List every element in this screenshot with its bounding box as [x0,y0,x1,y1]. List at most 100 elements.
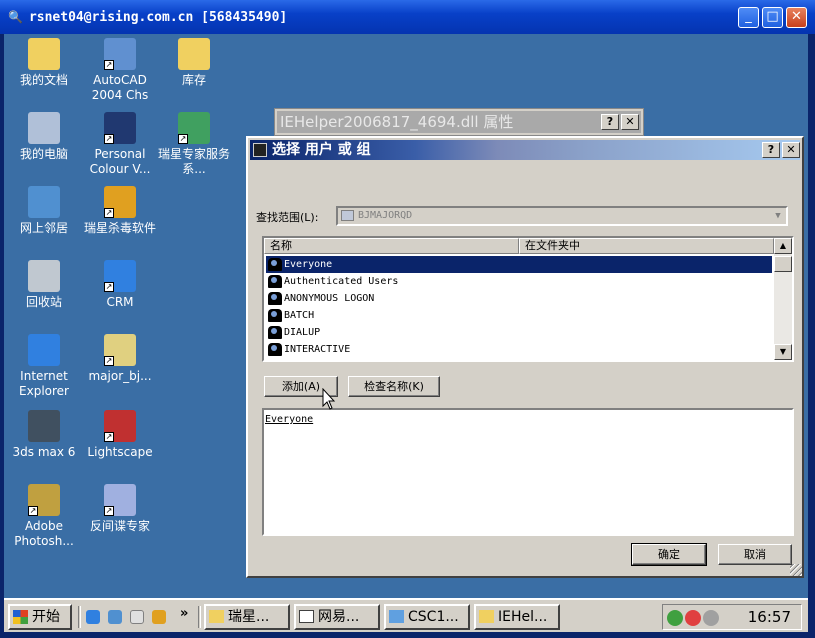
dialog-titlebar[interactable]: 选择 用户 或 组 [250,140,800,160]
user-group-icon [268,275,282,288]
maximize-button[interactable]: □ [762,7,783,28]
desktop-icon[interactable]: ↗ Personal Colour V... [80,112,160,177]
desktop-icon-label: Adobe Photosh... [14,519,74,548]
shortcut-arrow-icon: ↗ [104,208,114,218]
users-dialog-icon [253,143,267,157]
desktop-icon[interactable]: ↗ 瑞星专家服务系... [154,112,234,177]
shortcut-arrow-icon: ↗ [104,356,114,366]
desktop-icon[interactable]: Internet Explorer [4,334,84,399]
desktop-icon[interactable]: ↗ 瑞星杀毒软件 [80,186,160,236]
quicklaunch-network-icon[interactable] [108,610,122,624]
list-item[interactable]: BATCH [266,307,772,324]
remote-session-window: 🔍 rsnet04@rising.com.cn [568435490] _ □ … [0,0,815,638]
desktop-icon-label: CRM [106,295,134,309]
desktop-icon[interactable]: ↗ Lightscape [80,410,160,460]
list-item[interactable]: Everyone [266,256,772,273]
select-users-dialog: 选择 用户 或 组 ? ✕ 查找范围(L): BJMAJORQD ▼ 名称 在文… [246,136,804,578]
user-group-icon [268,326,282,339]
desktop-icon[interactable]: ↗ CRM [80,260,160,310]
properties-close-button[interactable]: ✕ [621,114,639,130]
users-list[interactable]: 名称 在文件夹中 Everyone Authenticated Users ANON… [262,236,794,362]
desktop-icon-label: major_bj... [88,369,152,383]
list-item-label: ANONYMOUS LOGON [284,293,375,304]
desktop-icon[interactable]: 网上邻居 [4,186,84,236]
user-group-icon [268,360,282,362]
task-label: CSC1... [408,609,459,625]
taskbar-separator [198,606,201,628]
desktop-icon-label: 瑞星专家服务系... [157,147,230,176]
list-scrollbar[interactable]: ▲ ▼ [774,238,792,360]
rising-expert-icon: ↗ [178,112,210,144]
quicklaunch-desktop-icon[interactable] [130,610,144,624]
task-button-netease[interactable]: 网易... [294,604,380,630]
recycle-bin-icon [28,260,60,292]
desktop-icon-label: 回收站 [25,295,62,309]
user-group-icon [268,309,282,322]
shortcut-arrow-icon: ↗ [104,60,114,70]
ok-button[interactable]: 确定 [631,543,707,566]
properties-window: IEHelper2006817_4694.dll 属性 ? ✕ [274,108,644,136]
windows-flag-icon [13,610,28,624]
tray-tree-icon[interactable] [667,610,683,626]
list-item-label: INTERACTIVE [284,344,351,355]
desktop-icon[interactable]: ↗ AutoCAD 2004 Chs [80,38,160,103]
chevron-down-icon[interactable]: ▼ [770,208,786,224]
list-item[interactable]: INTERACTIVE [266,341,772,358]
start-button[interactable]: 开始 [8,604,72,630]
key-icon: 🔍 [8,10,23,24]
app-icon [389,610,404,623]
scroll-thumb[interactable] [774,256,792,272]
shortcut-arrow-icon: ↗ [104,134,114,144]
list-item[interactable]: NETWORK [266,358,772,362]
resize-grip[interactable] [790,564,802,576]
task-label: 网易... [318,609,360,625]
tray-network-icon[interactable] [703,610,719,626]
desktop-icon[interactable]: ↗ 反间谍专家 [80,484,160,534]
desktop-icon[interactable]: 我的文档 [4,38,84,88]
internet-explorer-icon [28,334,60,366]
remote-window-titlebar[interactable]: 🔍 rsnet04@rising.com.cn [568435490] [0,0,815,34]
folder-icon [209,610,224,623]
desktop-icon[interactable]: 3ds max 6 [4,410,84,460]
check-names-button[interactable]: 检查名称(K) [348,376,440,397]
remote-window-title: rsnet04@rising.com.cn [568435490] [28,9,288,25]
mouse-cursor-icon [322,388,336,410]
list-item[interactable]: ANONYMOUS LOGON [266,290,772,307]
selected-names-box[interactable]: Everyone [262,408,794,536]
list-item[interactable]: DIALUP [266,324,772,341]
minimize-button[interactable]: _ [738,7,759,28]
desktop-icon[interactable]: 我的电脑 [4,112,84,162]
column-header-folder[interactable]: 在文件夹中 [519,238,774,254]
desktop-icon[interactable]: 库存 [154,38,234,88]
user-group-icon [268,258,282,271]
shortcut-arrow-icon: ↗ [104,432,114,442]
quicklaunch-chevron[interactable]: » [180,606,188,621]
desktop-icon-label: Internet Explorer [19,369,69,398]
list-item[interactable]: Authenticated Users [266,273,772,290]
task-button-csc[interactable]: CSC1... [384,604,470,630]
task-label: IEHel... [498,609,548,625]
desktop-icon[interactable]: ↗ major_bj... [80,334,160,384]
quicklaunch-ie-icon[interactable] [86,610,100,624]
3dsmax-icon [28,410,60,442]
tray-color-icon[interactable] [685,610,701,626]
desktop-icon[interactable]: ↗ Adobe Photosh... [4,484,84,549]
desktop-icon[interactable]: 回收站 [4,260,84,310]
scroll-up-button[interactable]: ▲ [774,238,792,254]
dialog-help-button[interactable]: ? [762,142,780,158]
task-button-iehelper[interactable]: IEHel... [474,604,560,630]
scroll-down-button[interactable]: ▼ [774,344,792,360]
quicklaunch-rising-icon[interactable] [152,610,166,624]
properties-help-button[interactable]: ? [601,114,619,130]
task-button-rising[interactable]: 瑞星... [204,604,290,630]
column-header-name[interactable]: 名称 [264,238,519,254]
lightscape-icon: ↗ [104,410,136,442]
scope-select[interactable]: BJMAJORQD ▼ [336,206,788,226]
properties-window-title[interactable]: IEHelper2006817_4694.dll 属性 [277,111,641,133]
shortcut-arrow-icon: ↗ [104,282,114,292]
close-button[interactable]: ✕ [786,7,807,28]
cancel-button[interactable]: 取消 [718,544,792,565]
taskbar: 开始 » 瑞星... 网易... CSC1... IEHel... 16:57 [4,598,808,632]
dialog-close-button[interactable]: ✕ [782,142,800,158]
taskbar-separator [78,606,81,628]
